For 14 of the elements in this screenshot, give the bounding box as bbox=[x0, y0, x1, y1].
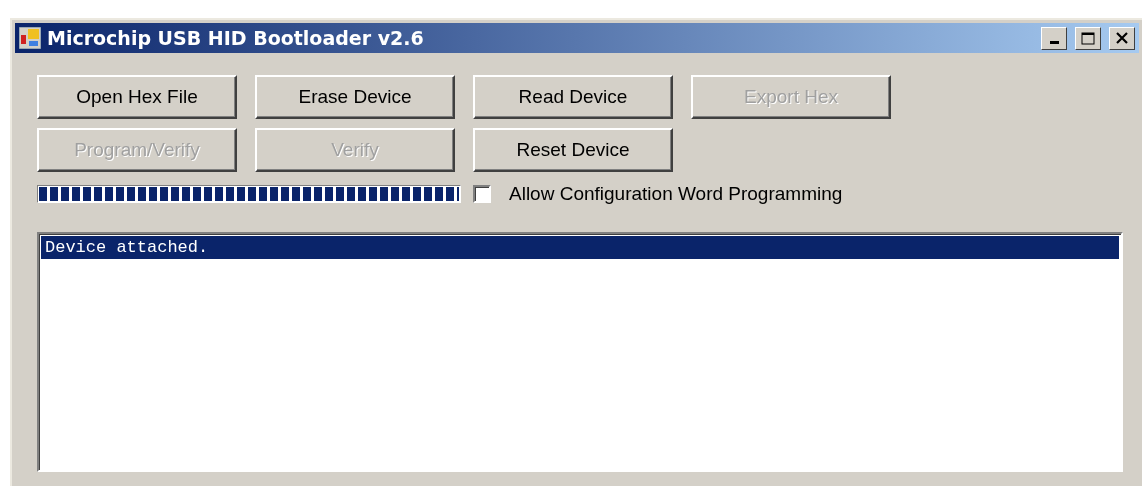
action-button[interactable]: Erase Device bbox=[255, 75, 455, 119]
maximize-icon bbox=[1081, 31, 1095, 45]
checkbox-label: Allow Configuration Word Programming bbox=[509, 183, 843, 205]
minimize-button[interactable] bbox=[1041, 26, 1067, 50]
action-button[interactable]: Read Device bbox=[473, 75, 673, 119]
checkbox[interactable] bbox=[473, 185, 491, 203]
close-button[interactable] bbox=[1109, 26, 1135, 50]
minimize-icon bbox=[1049, 41, 1059, 44]
close-icon bbox=[1116, 32, 1128, 44]
maximize-button[interactable] bbox=[1075, 26, 1101, 50]
action-button[interactable]: Open Hex File bbox=[37, 75, 237, 119]
action-button[interactable]: Reset Device bbox=[473, 128, 673, 172]
app-icon bbox=[19, 27, 41, 49]
window-title: Microchip USB HID Bootloader v2.6 bbox=[47, 27, 425, 49]
